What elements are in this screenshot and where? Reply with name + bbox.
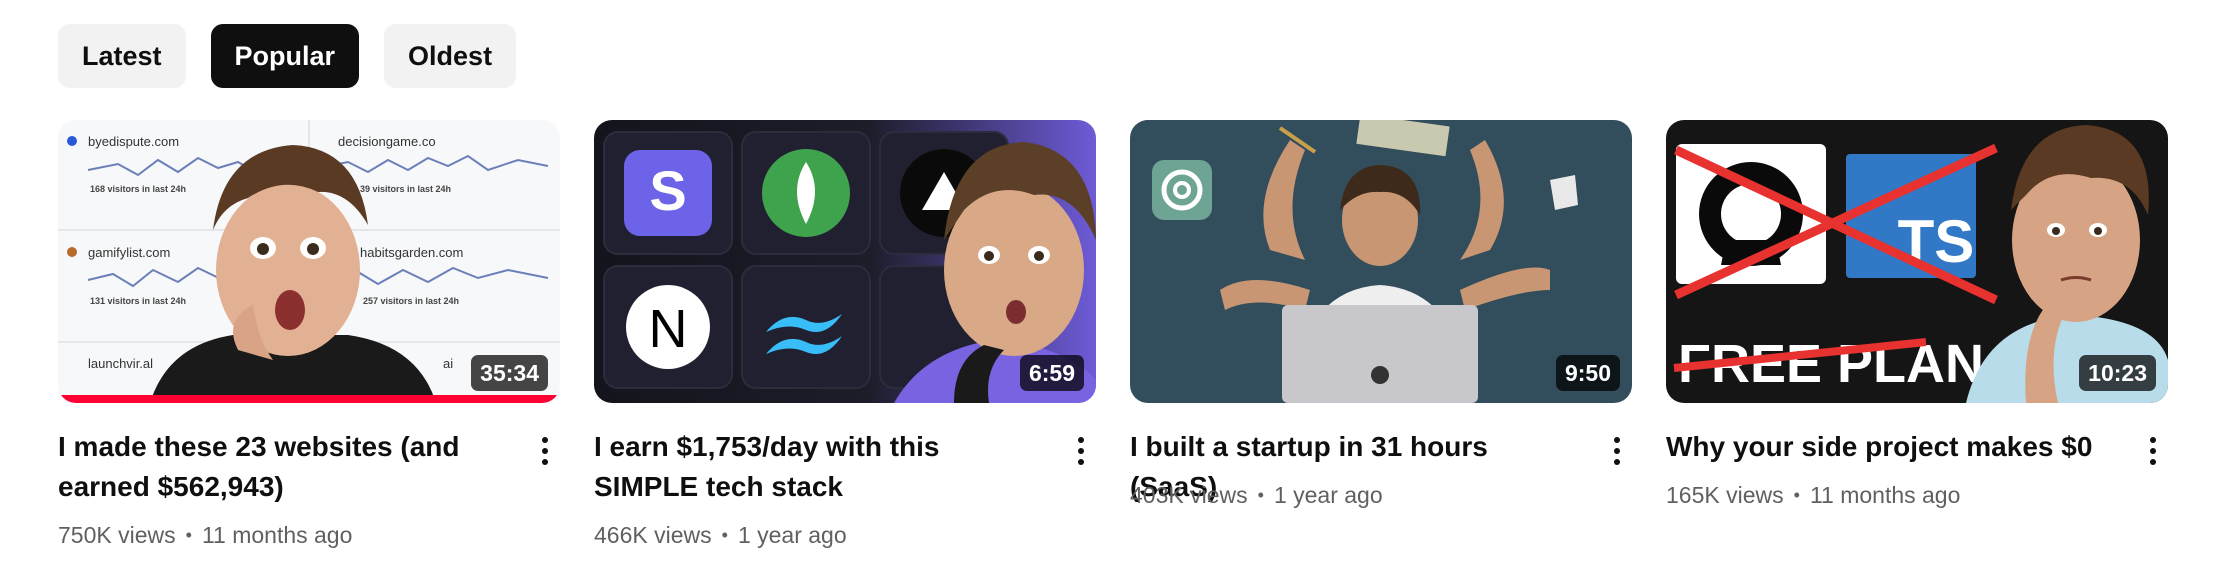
view-count: 466K views <box>594 522 712 548</box>
thumb-visitors-3: 131 visitors in last 24h <box>90 296 186 306</box>
video-card: 9:50 I built a startup in 31 hours (SaaS… <box>1130 120 1632 570</box>
video-card: byedispute.com 168 visitors in last 24h … <box>58 120 560 570</box>
separator-dot: • <box>721 525 728 545</box>
view-count: 750K views <box>58 522 176 548</box>
thumb-site-5: launchvir.al <box>88 356 153 371</box>
separator-dot: • <box>185 525 192 545</box>
more-options-icon[interactable] <box>1602 432 1632 470</box>
duration-badge: 9:50 <box>1555 355 1620 391</box>
video-metadata: 750K views • 11 months ago <box>58 522 352 549</box>
video-thumbnail[interactable]: TS FREE PLAN 10:23 <box>1666 120 2168 403</box>
chip-oldest[interactable]: Oldest <box>384 24 517 88</box>
view-count: 403K views <box>1130 482 1248 508</box>
more-options-icon[interactable] <box>530 432 560 470</box>
chip-popular[interactable]: Popular <box>210 24 360 88</box>
video-metadata: 165K views • 11 months ago <box>1666 482 1960 509</box>
sort-chips: Latest Popular Oldest <box>58 24 517 88</box>
video-grid: byedispute.com 168 visitors in last 24h … <box>58 120 2168 570</box>
thumb-visitors-2: 39 visitors in last 24h <box>360 184 451 194</box>
video-metadata: 403K views • 1 year ago <box>1130 482 1383 509</box>
watch-progress-bar <box>58 395 560 403</box>
separator-dot: • <box>1257 485 1264 505</box>
video-title[interactable]: I made these 23 websites (and earned $56… <box>58 427 498 507</box>
laptop <box>1282 305 1478 403</box>
more-options-icon[interactable] <box>2138 432 2168 470</box>
thumb-site-4: habitsgarden.com <box>360 245 463 260</box>
video-title[interactable]: Why your side project makes $0 <box>1666 427 2106 467</box>
video-thumbnail[interactable]: S N 6:59 <box>594 120 1096 403</box>
more-options-icon[interactable] <box>1066 432 1096 470</box>
thumb-n-letter: N <box>649 299 688 359</box>
thumb-site-1: byedispute.com <box>88 134 179 149</box>
duration-badge: 10:23 <box>2079 355 2156 391</box>
thumb-visitors-4: 257 visitors in last 24h <box>363 296 459 306</box>
duration-badge: 6:59 <box>1019 355 1084 391</box>
duration-badge: 35:34 <box>471 355 548 391</box>
upload-age: 1 year ago <box>737 522 847 548</box>
view-count: 165K views <box>1666 482 1784 508</box>
separator-dot: • <box>1793 485 1800 505</box>
thumb-site-2: decisiongame.co <box>338 134 436 149</box>
video-metadata: 466K views • 1 year ago <box>594 522 847 549</box>
thumb-site-6: ai <box>443 356 453 371</box>
video-thumbnail[interactable]: 9:50 <box>1130 120 1632 403</box>
chatgpt-icon <box>1152 160 1212 220</box>
thumb-site-3: gamifylist.com <box>88 245 170 260</box>
video-card: TS FREE PLAN 10:23 Why your side project… <box>1666 120 2168 570</box>
upload-age: 11 months ago <box>201 522 353 548</box>
coffee-mug <box>1550 175 1578 210</box>
thumb-ts-text: TS <box>1898 208 1975 275</box>
thumb-visitors-1: 168 visitors in last 24h <box>90 184 186 194</box>
chip-latest[interactable]: Latest <box>58 24 186 88</box>
video-title[interactable]: I earn $1,753/day with this SIMPLE tech … <box>594 427 1034 507</box>
upload-age: 1 year ago <box>1273 482 1383 508</box>
thumb-s-letter: S <box>649 159 686 222</box>
video-thumbnail[interactable]: byedispute.com 168 visitors in last 24h … <box>58 120 560 403</box>
upload-age: 11 months ago <box>1809 482 1961 508</box>
video-card: S N 6:59 I earn $1,753/day with this SIM… <box>594 120 1096 570</box>
